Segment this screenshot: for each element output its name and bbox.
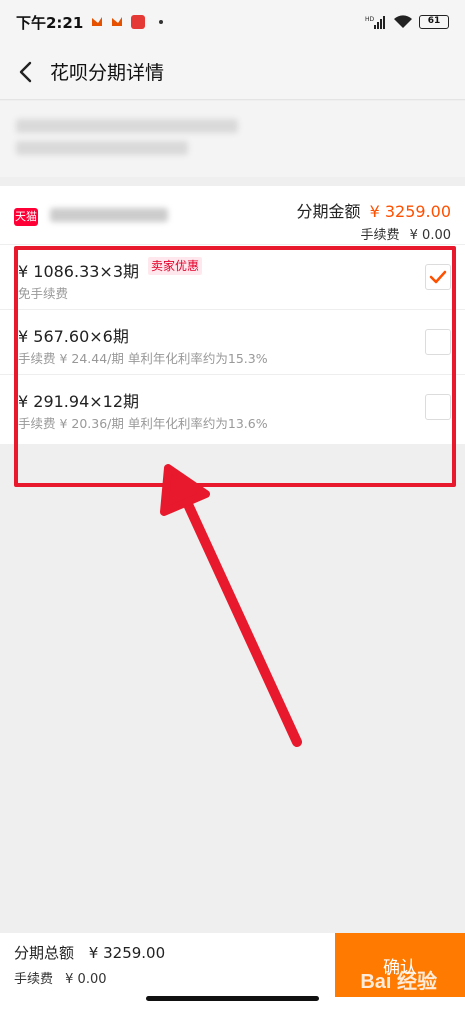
more-notifications-icon [159,20,164,24]
tmall-badge: 天猫 [14,208,38,226]
option-amount: ¥ 291.94×12期 [18,392,140,411]
fee-summary: 手续费 ¥ 0.00 [360,224,451,243]
status-left: 下午2:21 [16,12,164,33]
installment-option-3[interactable]: ¥ 1086.33×3期 卖家优惠 免手续费 [0,244,465,309]
back-button[interactable] [0,44,50,100]
installment-option-6[interactable]: ¥ 567.60×6期 手续费 ¥ 24.44/期 单利年化利率约为15.3% [0,309,465,374]
app-notification-icon [131,15,146,29]
status-time: 下午2:21 [16,13,84,32]
option-amount: ¥ 1086.33×3期 [18,262,140,281]
status-right: HD 61 [365,15,449,29]
chevron-left-icon [19,61,32,82]
shop-row: 天猫 分期金额 ¥ 3259.00 手续费 ¥ 0.00 [0,186,465,244]
confirm-button[interactable]: 确认 [335,933,465,997]
checkmark-icon [429,270,447,284]
product-spec-blurred [16,141,188,155]
notification-icon [112,17,123,26]
notification-icon [92,17,103,26]
installment-option-12[interactable]: ¥ 291.94×12期 手续费 ¥ 20.36/期 单利年化利率约为13.6% [0,374,465,444]
installment-amount: 分期金额 ¥ 3259.00 [296,198,451,222]
option-checkbox[interactable] [425,394,451,420]
product-info [0,101,465,177]
option-fee-text: 免手续费 [18,286,69,301]
option-fee-text: 手续费 ¥ 20.36/期 单利年化利率约为13.6% [18,416,268,431]
option-amount: ¥ 567.60×6期 [18,327,129,346]
option-checkbox[interactable] [425,329,451,355]
option-checkbox[interactable] [425,264,451,290]
footer-total: 分期总额 ¥ 3259.00 [14,942,165,963]
svg-text:HD: HD [365,16,375,23]
page-title: 花呗分期详情 [50,62,165,84]
signal-icon: HD [365,16,385,29]
total-value: ¥ 3259.00 [88,944,166,962]
installment-card: 天猫 分期金额 ¥ 3259.00 手续费 ¥ 0.00 ¥ 1086.33×3… [0,186,465,444]
seller-discount-tag: 卖家优惠 [148,257,203,275]
wifi-icon [394,15,412,28]
battery-icon: 61 [419,15,449,29]
total-label: 分期总额 [14,944,75,962]
page-header: 花呗分期详情 [0,44,465,100]
amount-label: 分期金额 [296,202,361,221]
fee-label: 手续费 [360,228,400,243]
fee-value: ¥ 0.00 [65,972,107,987]
amount-value: ¥ 3259.00 [369,202,451,221]
option-fee-text: 手续费 ¥ 24.44/期 单利年化利率约为15.3% [18,351,268,366]
fee-value: ¥ 0.00 [409,228,451,243]
status-bar: 下午2:21 HD 61 [0,0,465,44]
product-title-blurred [16,119,238,133]
home-indicator[interactable] [146,996,319,1001]
shop-name-blurred [50,208,168,222]
footer-fee: 手续费 ¥ 0.00 [14,968,107,987]
fee-label: 手续费 [14,972,54,987]
